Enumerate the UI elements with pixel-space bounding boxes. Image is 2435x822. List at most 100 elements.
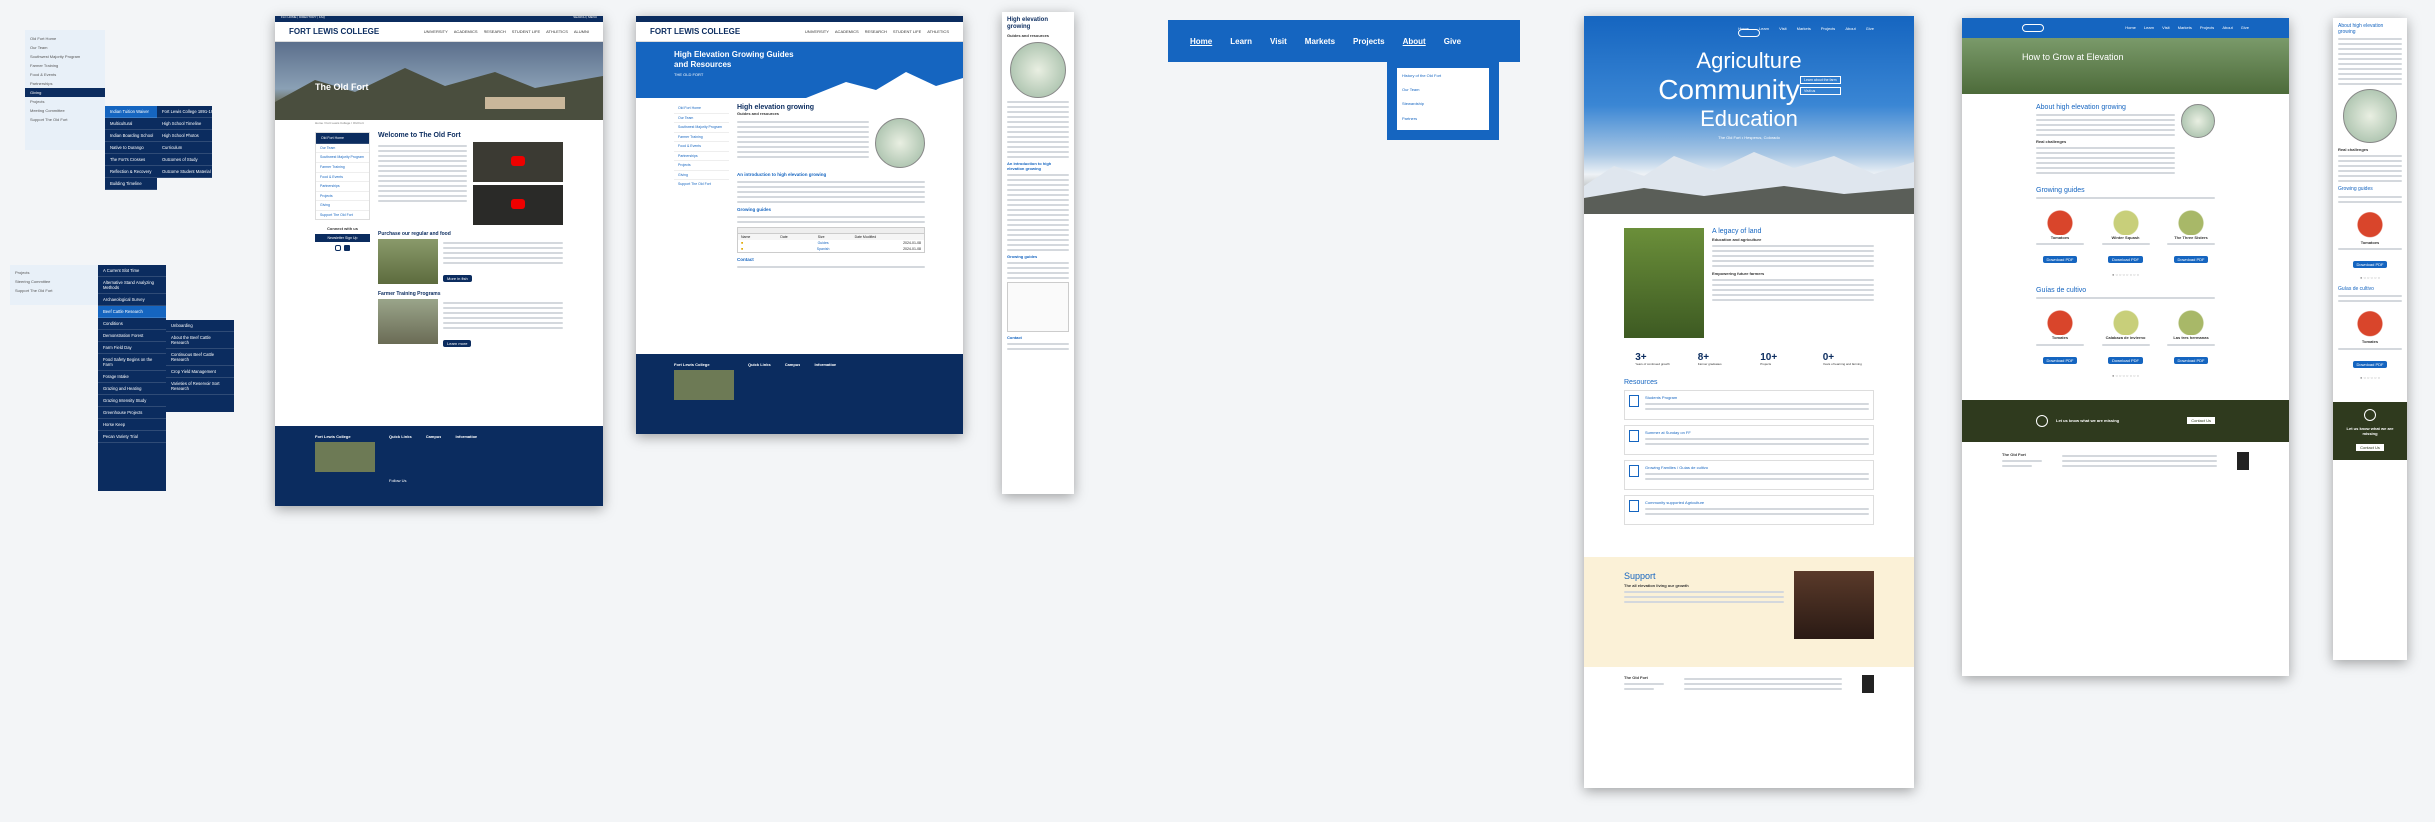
nav-item[interactable]: ALUMNI	[574, 29, 589, 34]
submenu-item[interactable]: Farm Field Day	[98, 342, 166, 354]
submenu-item[interactable]: Reflection & Recovery	[105, 166, 157, 178]
submenu-item[interactable]: Food Safety Begins on the Farm	[98, 354, 166, 371]
submenu-item[interactable]: Horse Keep	[98, 419, 166, 431]
submenu-item[interactable]: Outcome Student Material	[157, 166, 212, 178]
side-nav-item[interactable]: Old Fort Home	[674, 104, 729, 114]
menu-item-active[interactable]: Giving	[25, 88, 105, 97]
nav-item[interactable]: Home	[2125, 25, 2136, 30]
dropdown-item[interactable]: History of the Old Fort	[1402, 71, 1484, 80]
side-nav-item[interactable]: Food & Events	[674, 142, 729, 152]
submenu-item[interactable]: Archaeological Survey	[98, 294, 166, 306]
resource-title[interactable]: Growing Families / Guías de cultivo	[1645, 465, 1869, 470]
side-nav-item[interactable]: Partnerships	[674, 152, 729, 162]
menu-item[interactable]: Food & Events	[25, 70, 105, 79]
side-nav-item[interactable]: Giving	[316, 201, 369, 211]
side-nav-item[interactable]: Food & Events	[316, 173, 369, 183]
nav-markets[interactable]: Markets	[1305, 37, 1335, 46]
breadcrumb[interactable]: Home / Fort Lewis College / Old Fort	[275, 120, 603, 128]
menu-item[interactable]: Projects	[10, 268, 100, 277]
download-button[interactable]: Download PDF	[2108, 356, 2143, 364]
resource-title[interactable]: Summer at Sunday on FF	[1645, 430, 1869, 435]
submenu-item[interactable]: Alternative Stand Analyzing Methods	[98, 277, 166, 294]
learn-more-button[interactable]: Learn more	[443, 339, 472, 347]
nav-item[interactable]: UNIVERSITY	[424, 29, 448, 34]
side-nav-item[interactable]: Our Team	[674, 114, 729, 124]
submenu-item[interactable]: Demonstration Forest	[98, 330, 166, 342]
submenu-item[interactable]: Forage Intake	[98, 371, 166, 383]
video-thumbnail[interactable]	[473, 141, 563, 182]
submenu-item[interactable]: About the Beef Cattle Research	[166, 332, 234, 349]
submenu-item[interactable]: Grazing and Heating	[98, 383, 166, 395]
submenu-item-active[interactable]: Beef Cattle Research	[98, 306, 166, 318]
nav-item[interactable]: Markets	[2178, 25, 2192, 30]
nav-learn[interactable]: Learn	[1230, 37, 1252, 46]
submenu-item[interactable]: A Current Slot Time	[98, 265, 166, 277]
submenu-item[interactable]: Multicultural	[105, 118, 157, 130]
nav-item[interactable]: Learn	[2144, 25, 2154, 30]
submenu-item[interactable]: The Fort's Crosses	[105, 154, 157, 166]
contact-button[interactable]: Contact Us	[2187, 417, 2215, 425]
menu-item[interactable]: Farmer Training	[25, 61, 105, 70]
submenu-item[interactable]: Outcomes of Study	[157, 154, 212, 166]
submenu-item[interactable]: Grazing Intensity Study	[98, 395, 166, 407]
submenu-item[interactable]: Native to Durango	[105, 142, 157, 154]
dropdown-item[interactable]: Partners	[1402, 114, 1484, 123]
table-header[interactable]: Name	[741, 235, 750, 239]
side-nav-item[interactable]: Support The Old Fort	[316, 211, 369, 220]
facebook-icon[interactable]	[344, 245, 350, 252]
nav-item[interactable]: RESEARCH	[484, 29, 506, 34]
submenu-item[interactable]: Curriculum	[157, 142, 212, 154]
dropdown-item[interactable]: Our Team	[1402, 85, 1484, 94]
contact-button[interactable]: Contact Us	[2356, 443, 2384, 451]
instagram-icon[interactable]	[335, 245, 341, 252]
table-header[interactable]: Date Modified	[855, 235, 877, 239]
submenu-item[interactable]: Fort Lewis College 1891-1911	[157, 106, 212, 118]
submenu-item[interactable]: Continuous Beef Cattle Research	[166, 349, 234, 366]
table-header[interactable]: Date	[780, 235, 787, 239]
menu-item[interactable]: Our Team	[25, 43, 105, 52]
side-nav-item[interactable]: Our Team	[316, 144, 369, 154]
play-icon[interactable]	[511, 198, 525, 209]
side-nav-item[interactable]: Old Fort Home	[316, 132, 369, 144]
menu-item[interactable]: Partnerships	[25, 79, 105, 88]
table-cell[interactable]: Guides	[818, 241, 829, 245]
more-button[interactable]: More in fish	[443, 274, 472, 282]
submenu-item[interactable]: Varieties of Reservoir Sort Research	[166, 378, 234, 395]
carousel-dots[interactable]: ● ○ ○ ○ ○ ○ ○ ○	[2036, 373, 2215, 378]
nav-home[interactable]: Home	[1190, 37, 1212, 46]
play-icon[interactable]	[511, 155, 525, 166]
side-nav-item[interactable]: Southwest Majority Program	[316, 153, 369, 163]
resource-card[interactable]: Community supported Agriculture	[1624, 494, 1874, 525]
dropdown-item[interactable]: Stewardship	[1402, 99, 1484, 108]
submenu-item[interactable]: Pecan Variety Trial	[98, 431, 166, 443]
carousel-dots[interactable]: ● ○ ○ ○ ○ ○	[2338, 275, 2402, 280]
table-cell[interactable]: Spanish	[817, 247, 830, 251]
carousel-dots[interactable]: ● ○ ○ ○ ○ ○	[2338, 375, 2402, 380]
side-nav-item[interactable]: Support The Old Fort	[674, 180, 729, 189]
table-row[interactable]: ■ Spanish 2024-01-08	[738, 246, 924, 252]
resource-card[interactable]: Summer at Sunday on FF	[1624, 424, 1874, 455]
nav-item[interactable]: Give	[2241, 25, 2249, 30]
nav-item[interactable]: STUDENT LIFE	[512, 29, 540, 34]
side-nav-item[interactable]: Projects	[316, 192, 369, 202]
menu-item[interactable]: Support The Old Fort	[25, 115, 105, 124]
side-nav-item[interactable]: Southwest Majority Program	[674, 123, 729, 133]
topbar-left[interactable]: FLC HOME | DIRECTORY | FAQ	[281, 16, 325, 22]
download-button[interactable]: Download PDF	[2108, 256, 2143, 264]
menu-item[interactable]: Projects	[25, 97, 105, 106]
resource-title[interactable]: Community supported Agriculture	[1645, 500, 1869, 505]
nav-visit[interactable]: Visit	[1270, 37, 1287, 46]
submenu-item[interactable]: High School Photos	[157, 130, 212, 142]
video-thumbnail[interactable]	[473, 184, 563, 225]
nav-item[interactable]: RESEARCH	[865, 29, 887, 34]
menu-item[interactable]: Meeting Committee	[25, 106, 105, 115]
submenu-item[interactable]: Indian Tuition Waiver	[105, 106, 157, 118]
carousel-dots[interactable]: ● ○ ○ ○ ○ ○ ○ ○	[2036, 272, 2215, 277]
download-button[interactable]: Download PDF	[2042, 356, 2078, 364]
nav-item[interactable]: Projects	[2200, 25, 2214, 30]
nav-item[interactable]: ATHLETICS	[546, 29, 568, 34]
download-button[interactable]: Download PDF	[2173, 356, 2209, 364]
resource-card[interactable]: Students Program	[1624, 389, 1874, 420]
menu-item[interactable]: Steering Committee	[10, 277, 100, 286]
submenu-item[interactable]: Indian Boarding School	[105, 130, 157, 142]
